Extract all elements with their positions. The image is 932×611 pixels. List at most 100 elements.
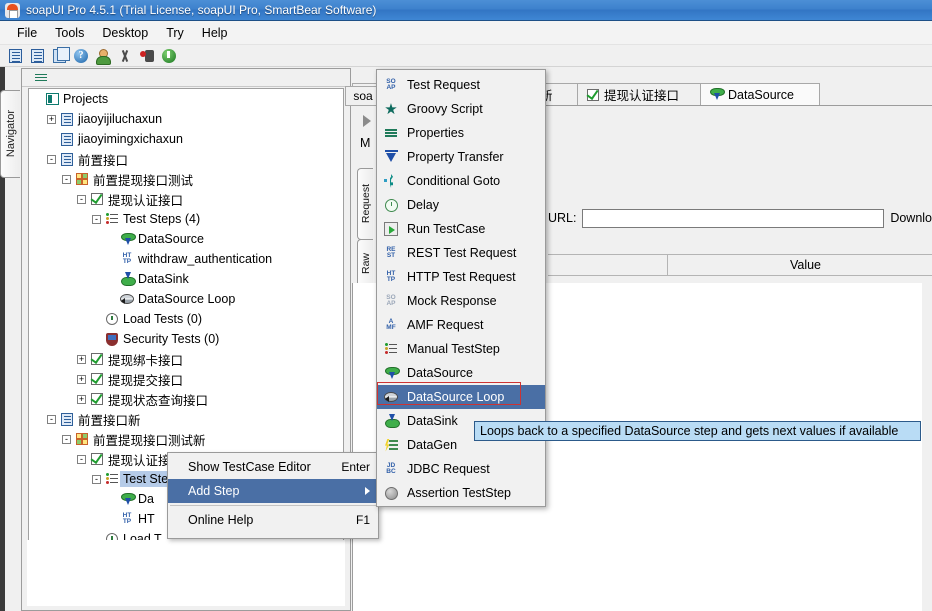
expand-icon[interactable]: +	[77, 394, 86, 404]
expand-arrow-icon[interactable]	[358, 110, 376, 132]
tree-node-label: Test Steps (4)	[123, 212, 201, 226]
download-button[interactable]: Downlo	[890, 211, 932, 225]
menu-help[interactable]: Help	[193, 23, 237, 43]
add-step-item[interactable]: A MF AMF Request	[377, 313, 545, 337]
add-step-item[interactable]: SO AP Test Request	[377, 73, 545, 97]
run-icon	[384, 222, 398, 236]
tree-node[interactable]: HT TP withdraw_authentication	[29, 249, 343, 269]
save-all-icon[interactable]	[49, 46, 70, 66]
url-input[interactable]	[582, 208, 885, 228]
tree-node-label: HT	[138, 512, 155, 526]
add-step-item[interactable]: Run TestCase	[377, 217, 545, 241]
collapse-icon[interactable]: -	[92, 214, 101, 224]
tree-node-icon-wrap	[74, 173, 90, 185]
tree-node[interactable]: - 前置接口	[29, 149, 343, 169]
tree-node-label: jiaoyijiluchaxun	[78, 112, 163, 126]
menu-desktop[interactable]: Desktop	[93, 23, 157, 43]
menu-bar: File Tools Desktop Try Help	[0, 21, 932, 45]
menu-tools[interactable]: Tools	[46, 23, 93, 43]
context-item-add-step[interactable]: Add Step	[168, 479, 378, 503]
add-step-item[interactable]: Properties	[377, 121, 545, 145]
editor-vertical-tab[interactable]: Request	[357, 168, 373, 240]
tree-node[interactable]: - 前置接口新	[29, 409, 343, 429]
tree-node-label: 提现提交接口	[108, 373, 184, 388]
tree-node[interactable]: jiaoyimingxichaxun	[29, 129, 343, 149]
tree-node[interactable]: + 提现绑卡接口	[29, 349, 343, 369]
testcase-icon	[91, 393, 103, 405]
tree-node[interactable]: + 提现状态查询接口	[29, 389, 343, 409]
expand-icon[interactable]: +	[77, 374, 86, 384]
add-step-item[interactable]: SO AP Mock Response	[377, 289, 545, 313]
tree-node-label: 前置接口	[78, 153, 129, 168]
properties-icon[interactable]	[35, 73, 47, 83]
tree-node-label: DataSource	[138, 232, 205, 246]
accounts-icon[interactable]	[93, 46, 113, 66]
editor-tab[interactable]: 提现认证接口	[577, 83, 701, 105]
tree-node[interactable]: - 前置提现接口测试	[29, 169, 343, 189]
collapse-icon[interactable]: -	[92, 474, 101, 484]
add-step-item[interactable]: Manual TestStep	[377, 337, 545, 361]
tree-node-icon-wrap	[59, 412, 75, 426]
add-step-item[interactable]: HT TP HTTP Test Request	[377, 265, 545, 289]
soapui-round-icon[interactable]	[159, 46, 179, 66]
tree-node[interactable]: + 提现提交接口	[29, 369, 343, 389]
add-step-item-label: REST Test Request	[407, 246, 517, 260]
tree-node[interactable]: DataSource Loop	[29, 289, 343, 309]
tree-node-label: Projects	[63, 92, 109, 106]
tree-node[interactable]: Security Tests (0)	[29, 329, 343, 349]
help-icon[interactable]: ?	[71, 46, 91, 66]
tree-node[interactable]: Projects	[29, 89, 343, 109]
collapse-icon[interactable]: -	[47, 414, 56, 424]
add-step-item-icon-wrap	[383, 341, 399, 357]
collapse-icon[interactable]: -	[47, 154, 56, 164]
import-project-icon[interactable]	[27, 46, 47, 66]
add-step-item[interactable]: Property Transfer	[377, 145, 545, 169]
tree-node[interactable]: Load Tests (0)	[29, 309, 343, 329]
database-icon[interactable]	[137, 46, 157, 66]
collapse-icon[interactable]: -	[77, 454, 86, 464]
add-step-item-label: Groovy Script	[407, 102, 483, 116]
tree-node[interactable]: + jiaoyijiluchaxun	[29, 109, 343, 129]
collapse-icon[interactable]: -	[62, 174, 71, 184]
tree-node-icon-wrap	[104, 313, 120, 325]
add-step-item[interactable]: DataSource	[377, 361, 545, 385]
tree-node[interactable]: - 提现认证接口	[29, 189, 343, 209]
editor-tab[interactable]: DataSource	[700, 83, 820, 105]
menu-file[interactable]: File	[8, 23, 46, 43]
menu-try[interactable]: Try	[157, 23, 193, 43]
tree-node-label: Load Tests (0)	[123, 312, 202, 326]
context-item-show-testcase-editor[interactable]: Show TestCase Editor Enter	[168, 455, 378, 479]
add-step-item[interactable]: ★ Groovy Script	[377, 97, 545, 121]
add-step-item-icon-wrap	[383, 365, 400, 381]
expand-icon[interactable]: +	[77, 354, 86, 364]
collapse-icon[interactable]: -	[77, 194, 86, 204]
add-step-item-icon-wrap	[383, 197, 399, 213]
rest-icon: RE ST	[386, 245, 396, 259]
tree-node[interactable]: - 前置提现接口测试新	[29, 429, 343, 449]
add-step-item-icon-wrap: ★	[383, 101, 399, 117]
add-step-item[interactable]: Assertion TestStep	[377, 481, 545, 505]
add-step-item[interactable]: RE ST REST Test Request	[377, 241, 545, 265]
title-bar: soapUI Pro 4.5.1 (Trial License, soapUI …	[0, 0, 932, 21]
add-step-item[interactable]: DataSource Loop	[377, 385, 545, 409]
expand-icon[interactable]: +	[47, 114, 56, 124]
testcase-icon	[91, 453, 103, 465]
collapse-icon[interactable]: -	[62, 434, 71, 444]
add-step-item[interactable]: Conditional Goto	[377, 169, 545, 193]
preferences-icon[interactable]	[115, 46, 135, 66]
context-item-accelerator: Enter	[341, 460, 370, 474]
new-project-icon[interactable]	[5, 46, 25, 66]
editor-vertical-tab[interactable]: Raw	[357, 239, 373, 289]
tree-node[interactable]: DataSink	[29, 269, 343, 289]
navigator-tab-label: Navigator	[4, 110, 17, 158]
tree-node[interactable]: DataSource	[29, 229, 343, 249]
add-step-item[interactable]: JD BC JDBC Request	[377, 457, 545, 481]
add-step-item[interactable]: Delay	[377, 193, 545, 217]
tree-node-label: 提现认证接口	[108, 193, 184, 208]
datasink-icon	[384, 413, 400, 428]
add-step-item-icon-wrap	[383, 173, 399, 189]
navigator-vertical-tab[interactable]: Navigator	[0, 90, 20, 178]
tree-node[interactable]: - Test Steps (4)	[29, 209, 343, 229]
context-item-label: Add Step	[188, 484, 240, 498]
context-item-online-help[interactable]: Online Help F1	[168, 508, 378, 532]
